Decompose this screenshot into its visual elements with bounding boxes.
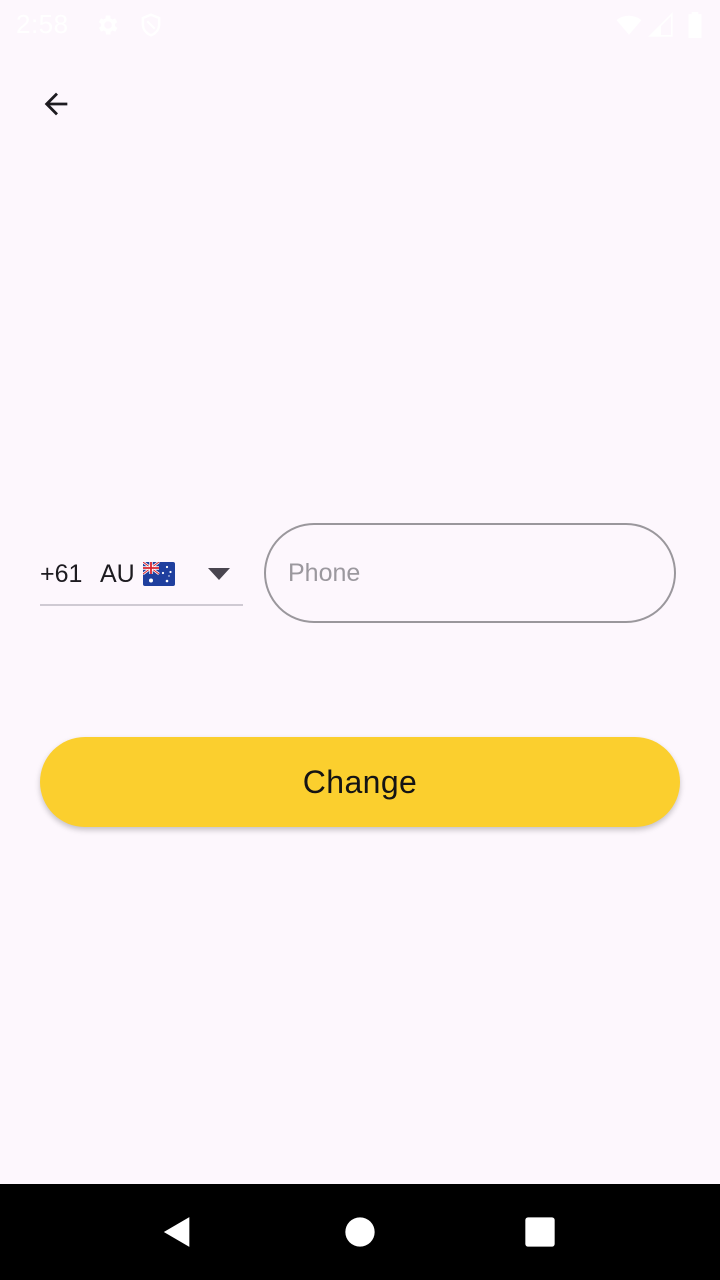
change-button[interactable]: Change [40, 737, 680, 827]
nav-home-button[interactable] [336, 1208, 384, 1256]
recents-square-icon [525, 1217, 555, 1247]
gear-icon [98, 15, 118, 35]
phone-input[interactable] [288, 553, 648, 593]
signal-icon [648, 12, 673, 37]
country-code-picker[interactable]: +61 AU [40, 546, 243, 606]
home-circle-icon [345, 1217, 375, 1247]
back-triangle-icon [163, 1217, 190, 1247]
phone-field[interactable] [264, 523, 676, 623]
shield-icon [141, 13, 161, 37]
nav-back-button[interactable] [154, 1208, 202, 1256]
triangle-down-icon [208, 568, 230, 580]
back-button[interactable] [28, 80, 84, 128]
battery-icon [688, 12, 702, 38]
country-iso-code: AU [100, 560, 135, 588]
status-time: 2:58 [16, 9, 69, 39]
change-button-label: Change [302, 763, 418, 800]
status-bar: 2:58 [0, 0, 720, 48]
navigation-bar [0, 1184, 720, 1280]
arrow-left-icon [44, 92, 68, 116]
country-dial-code: +61 [40, 560, 83, 588]
wifi-icon [616, 15, 642, 35]
nav-recents-button[interactable] [516, 1208, 564, 1256]
australia-flag-icon [143, 562, 175, 586]
